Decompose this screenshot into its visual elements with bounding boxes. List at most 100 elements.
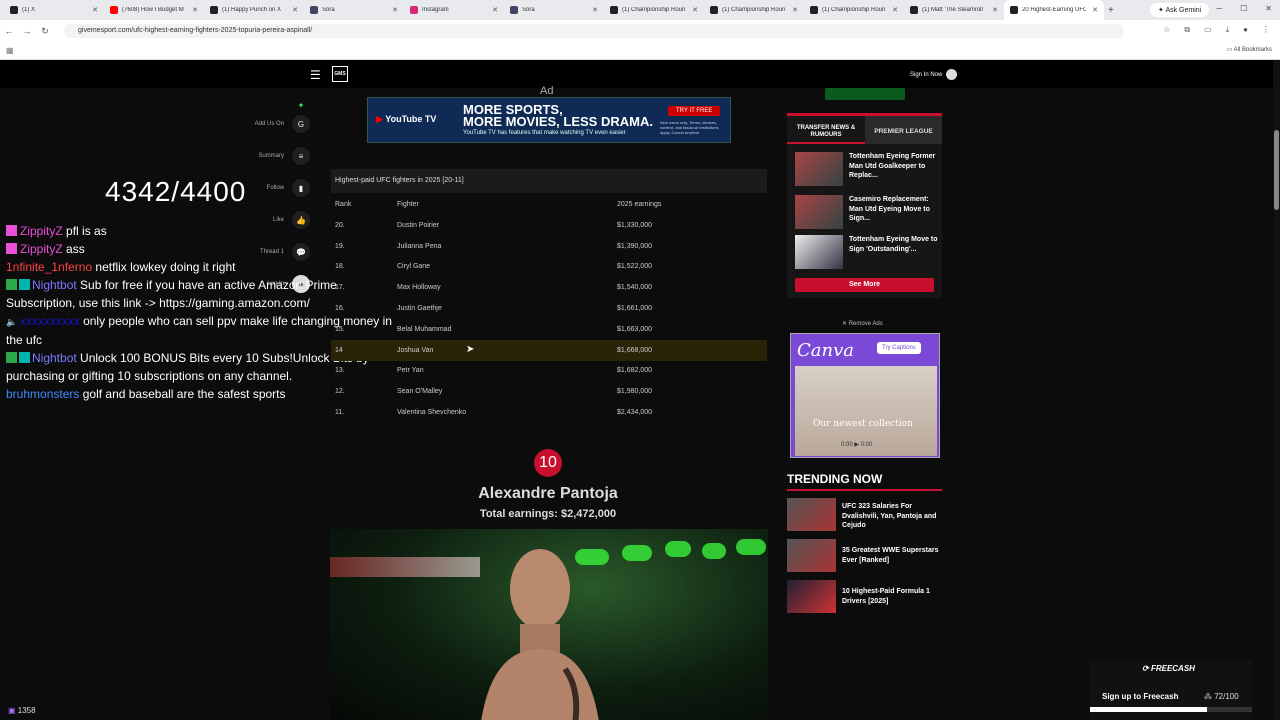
trending-item[interactable]: UFC 323 Salaries For Dvalishvili, Yan, P…	[787, 498, 945, 531]
ai-summary-action[interactable]: ✦	[240, 95, 310, 115]
youtube-tv-logo: ▶ YouTube TV	[376, 114, 437, 124]
close-tab-icon[interactable]: ✕	[392, 6, 398, 14]
see-more-button[interactable]: See More	[795, 278, 934, 292]
browser-tab[interactable]: Instagram ✕	[404, 0, 504, 20]
widget-tabs: TRANSFER NEWS & RUMOURS PREMIER LEAGUE	[787, 116, 942, 144]
star-icon[interactable]: ☆	[1163, 25, 1170, 35]
verified-badge-icon	[6, 279, 17, 290]
maximize-icon[interactable]: ☐	[1240, 4, 1247, 13]
sign-in-button[interactable]: Sign In Now	[910, 69, 958, 80]
browser-tab[interactable]: (1) X ✕	[4, 0, 104, 20]
video-controls[interactable]: 0:00 ▶ 0:00	[841, 441, 872, 448]
col-rank: Rank	[335, 200, 352, 208]
news-item[interactable]: Tottenham Eyeing Former Man Utd Goalkeep…	[795, 152, 940, 186]
close-tab-icon[interactable]: ✕	[192, 6, 198, 14]
back-icon[interactable]: ←	[0, 26, 18, 36]
cast-icon[interactable]: ▭	[1204, 25, 1212, 35]
close-icon: ✕	[842, 321, 849, 327]
table-row: 20. Dustin Poirier $1,330,000	[331, 215, 767, 236]
close-tab-icon[interactable]: ✕	[92, 6, 98, 14]
new-tab-button[interactable]: +	[1108, 5, 1114, 16]
close-tab-icon[interactable]: ✕	[792, 6, 798, 14]
site-logo[interactable]: GMS	[332, 66, 348, 82]
close-tab-icon[interactable]: ✕	[892, 6, 898, 14]
all-bookmarks[interactable]: ▭ All Bookmarks	[1227, 46, 1272, 53]
youtube-tv-ad[interactable]: ▶ YouTube TV MORE SPORTS, MORE MOVIES, LE…	[367, 97, 731, 143]
muted-speaker-icon: 🔈	[6, 317, 20, 327]
browser-tab[interactable]: (1) Championship Roun ✕	[804, 0, 904, 20]
rank-cell: 11.	[335, 409, 345, 417]
x-icon	[10, 6, 18, 14]
close-tab-icon[interactable]: ✕	[292, 6, 298, 14]
fighter-silhouette	[481, 549, 599, 720]
fighter-cell: Petr Yan	[397, 367, 424, 375]
url-field[interactable]: givemesport.com/ufc-highest-earning-figh…	[64, 24, 1124, 38]
summary-action[interactable]: Summary ≡	[240, 146, 310, 166]
play-icon: ▶	[854, 442, 859, 448]
sora-icon	[510, 6, 518, 14]
close-tab-icon[interactable]: ✕	[692, 6, 698, 14]
extensions-icon[interactable]: ⧉	[1184, 25, 1190, 35]
apps-grid-icon[interactable]: ▦	[6, 46, 14, 55]
browser-tab[interactable]: (1) Championship Roun ✕	[604, 0, 704, 20]
hamburger-menu-icon[interactable]: ☰	[310, 68, 321, 82]
menu-icon[interactable]: ⋮	[1262, 25, 1270, 35]
browser-tab[interactable]: Sora ✕	[504, 0, 604, 20]
follow-action[interactable]: Follow ▮	[240, 178, 310, 198]
profile-icon[interactable]: ●	[1243, 25, 1248, 35]
mouse-cursor-icon: ➤	[466, 344, 475, 355]
table-row: 11. Valentina Shevchenko $2,434,000	[331, 402, 767, 423]
download-icon[interactable]: ⤓	[1226, 25, 1230, 35]
remove-ads-link[interactable]: ✕ Remove Ads	[842, 320, 883, 327]
fighter-cell: Valentina Shevchenko	[397, 409, 467, 417]
close-window-icon[interactable]: ✕	[1265, 4, 1272, 13]
browser-tab[interactable]: Sora ✕	[304, 0, 404, 20]
bookmarks-bar: ▦ ▭ All Bookmarks	[0, 42, 1280, 60]
browser-tab[interactable]: (1) Matt 'The Steamroll ✕	[904, 0, 1004, 20]
browser-tab[interactable]: (1) Championship Roun ✕	[704, 0, 804, 20]
trending-item[interactable]: 35 Greatest WWE Superstars Ever [Ranked]	[787, 539, 945, 572]
minimize-icon[interactable]: ─	[1216, 4, 1222, 13]
earnings-cell: $1,980,000	[617, 388, 653, 396]
user-badge-icon	[6, 225, 17, 236]
forward-icon[interactable]: →	[18, 26, 36, 36]
scrollbar-thumb[interactable]	[1274, 130, 1279, 210]
tab-premier-league[interactable]: PREMIER LEAGUE	[865, 116, 942, 144]
earnings-cell: $1,390,000	[617, 242, 653, 250]
news-item[interactable]: Tottenham Eyeing Move to Sign 'Outstandi…	[795, 235, 940, 269]
ad-headline: MORE SPORTS, MORE MOVIES, LESS DRAMA.	[463, 102, 653, 129]
close-tab-icon[interactable]: ✕	[492, 6, 498, 14]
browser-tab[interactable]: (1) Happy Punch on X ✕	[204, 0, 304, 20]
trending-thumbnail	[787, 498, 836, 531]
fighter-photo	[330, 529, 768, 720]
fighter-name: Alexandre Pantoja	[478, 485, 618, 502]
reload-icon[interactable]: ↻	[36, 26, 54, 37]
ask-gemini-button[interactable]: ✦ Ask Gemini	[1150, 3, 1210, 17]
scrollbar[interactable]	[1273, 60, 1280, 720]
ad-subtext: YouTube TV has features that make watchi…	[463, 130, 626, 136]
window-controls: ─ ☐ ✕	[1216, 4, 1272, 13]
browser-tab-active[interactable]: 20 Highest-Earning UFC ✕	[1004, 0, 1104, 20]
instagram-icon	[410, 6, 418, 14]
browser-tab[interactable]: (7608) How I Budget M ✕	[104, 0, 204, 20]
add-us-on-google-action[interactable]: Add Us On G	[240, 114, 310, 134]
freecash-widget: ⟳ FREECASH Sign up to Freecash ⁂ 72/100	[1090, 660, 1252, 720]
close-tab-icon[interactable]: ✕	[1092, 6, 1098, 14]
tab-transfer-news[interactable]: TRANSFER NEWS & RUMOURS	[787, 116, 865, 144]
close-tab-icon[interactable]: ✕	[592, 6, 598, 14]
green-banner[interactable]	[825, 88, 905, 100]
news-item[interactable]: Casemiro Replacement: Man Utd Eyeing Mov…	[795, 195, 940, 229]
trending-item[interactable]: 10 Highest-Paid Formula 1 Drivers [2025]	[787, 580, 945, 613]
canva-ad[interactable]: Canva Try Captions Our newest collection…	[790, 333, 940, 458]
fighter-earnings: Total earnings: $2,472,000	[479, 508, 617, 520]
col-earnings: 2025 earnings	[617, 200, 662, 208]
x-icon	[710, 6, 718, 14]
try-captions-button[interactable]: Try Captions	[877, 342, 921, 354]
try-it-free-button[interactable]: TRY IT FREE	[668, 106, 721, 116]
rank-cell: 14	[335, 346, 343, 354]
table-row: 19. Julianna Pena $1,390,000	[331, 236, 767, 257]
close-tab-icon[interactable]: ✕	[992, 6, 998, 14]
transfer-news-widget: TRANSFER NEWS & RUMOURS PREMIER LEAGUE T…	[787, 113, 942, 298]
earnings-table: Highest-paid UFC fighters in 2025 [20-11…	[331, 169, 767, 423]
freecash-progress-text: ⁂ 72/100	[1204, 692, 1239, 701]
